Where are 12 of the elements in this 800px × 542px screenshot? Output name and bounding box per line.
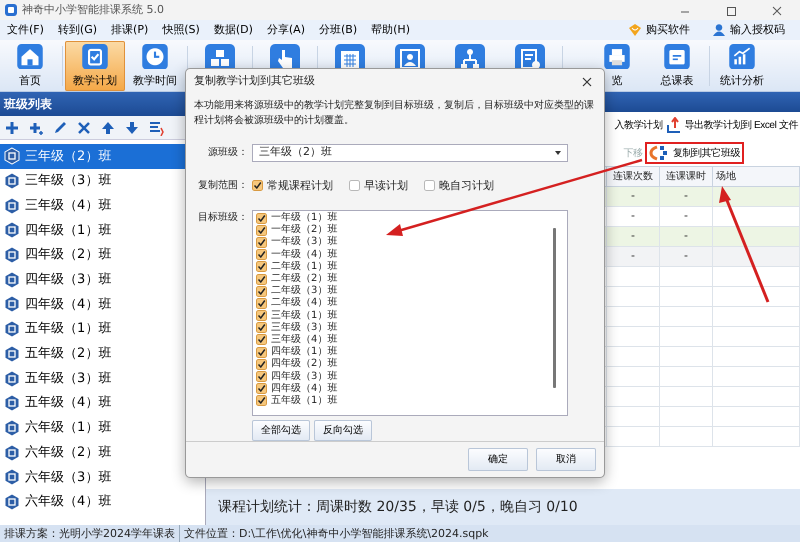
window-title: 神奇中小学智能排课系统 5.0: [22, 2, 164, 18]
status-text: 排课方案：光明小学2024学年课表: [0, 525, 180, 542]
table-cell: -: [606, 246, 660, 266]
field-label: 源班级：: [207, 146, 249, 160]
table-cell: -: [660, 246, 712, 266]
column-header: 场地: [712, 166, 800, 186]
dialog-description: 本功能用来将源班级中的教学计划完整复制到目标班级，复制后，目标班级中对应类型的课程计划将会被源班级中的计划覆盖。: [193, 98, 595, 128]
plan-summary-text: 课程计划统计：周课时数 20/35，早读 0/5，晚自习 0/10: [206, 489, 800, 525]
status-text: 文件位置：D:\工作\优化\神奇中小学智能排课系统\2024.sqpk: [183, 526, 490, 542]
column-header: 连课次数: [606, 166, 660, 186]
dialog-title: 复制教学计划到其它班级: [194, 73, 315, 89]
column-header: 连课课时: [660, 166, 712, 186]
